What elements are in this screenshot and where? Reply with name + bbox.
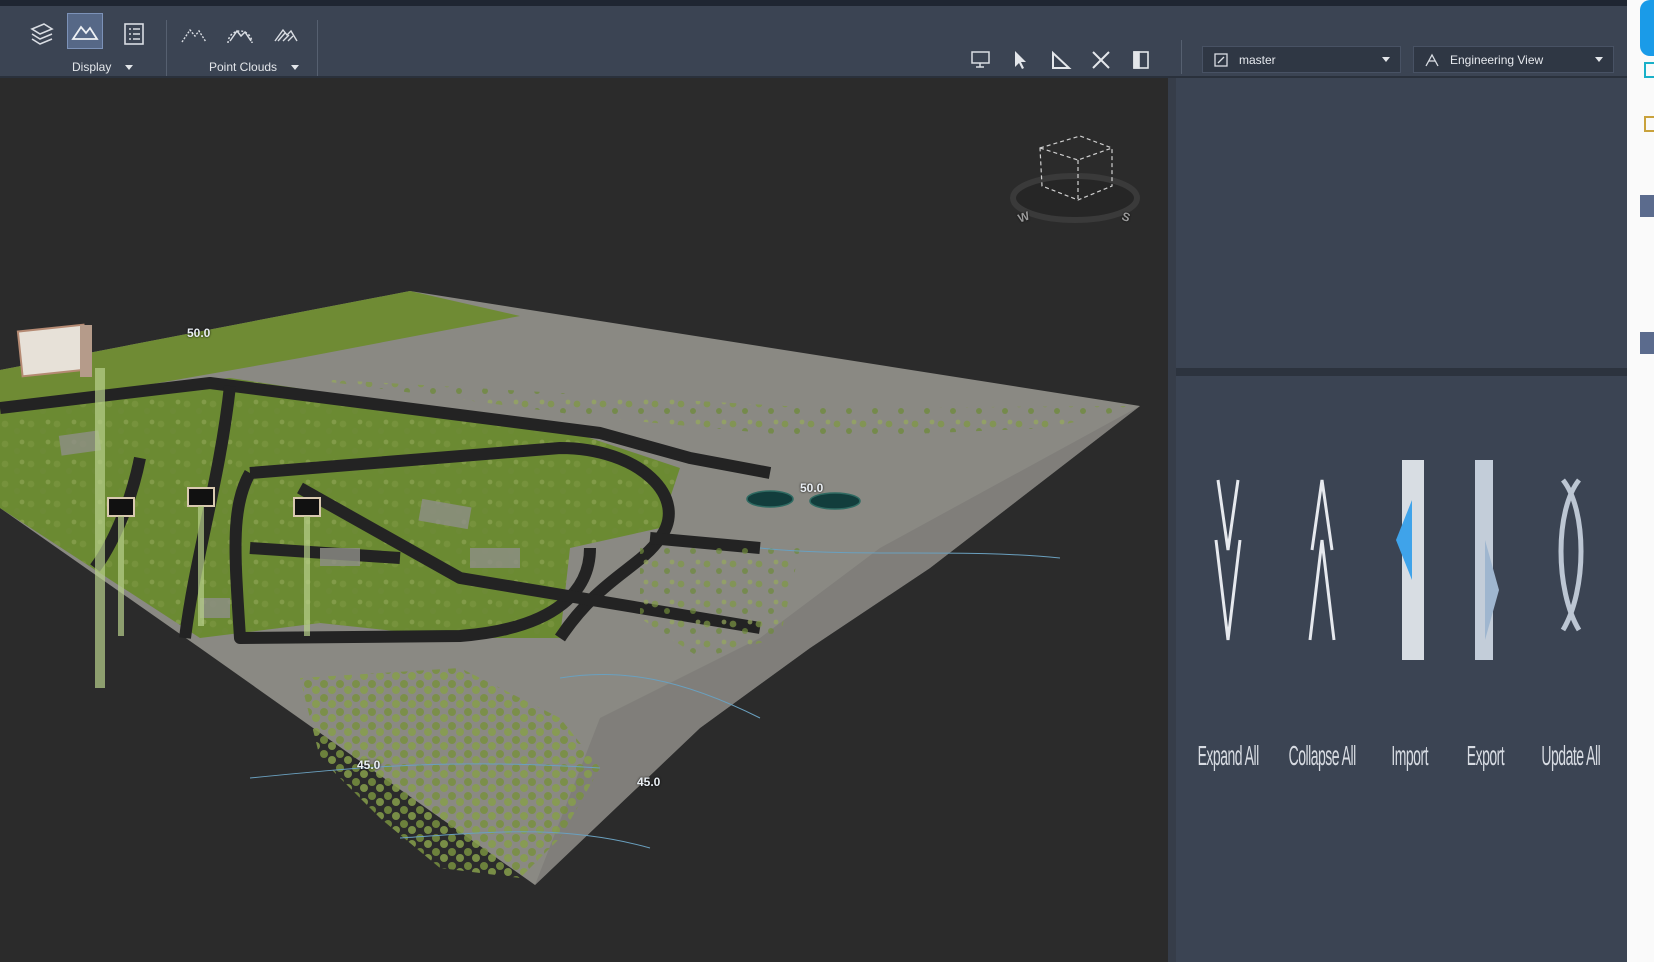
collapse-all-label: Collapse All	[1288, 740, 1356, 771]
expand-all-label: Expand All	[1197, 740, 1259, 771]
export-label: Export	[1466, 740, 1504, 771]
toolbar-separator	[1181, 40, 1182, 74]
point-cloud-icon	[181, 28, 207, 43]
list-view-button[interactable]	[116, 16, 152, 52]
collapse-all-button[interactable]: Collapse All	[1287, 440, 1357, 860]
expand-all-button[interactable]: Expand All	[1193, 440, 1263, 860]
layers-button[interactable]	[24, 16, 60, 52]
panel-tool[interactable]	[1126, 46, 1156, 74]
branch-icon	[1214, 52, 1228, 67]
terrain-display-button[interactable]	[67, 13, 103, 49]
side-panel-divider[interactable]	[1176, 368, 1627, 376]
update-all-label: Update All	[1541, 740, 1601, 771]
navigation-cube	[1010, 135, 1140, 223]
display-group[interactable]: Display	[72, 60, 134, 74]
cursor-icon	[1015, 51, 1026, 69]
mountain-icon	[71, 25, 99, 40]
adjacent-window-edge	[1627, 0, 1654, 962]
app-badge[interactable]	[1640, 0, 1654, 56]
select-tool[interactable]	[1006, 46, 1036, 74]
edit-tools[interactable]	[1086, 46, 1116, 74]
update-all-button[interactable]: Update All	[1536, 440, 1606, 860]
folder-icon[interactable]	[1644, 116, 1654, 132]
sidebar-tab[interactable]	[1640, 195, 1654, 217]
display-group-label: Display	[72, 60, 112, 74]
list-icon	[124, 23, 144, 45]
contour-label: 45.0	[637, 775, 661, 789]
import-button[interactable]: Import	[1375, 440, 1445, 860]
export-button[interactable]: Export	[1450, 440, 1520, 860]
panel-icon	[1133, 51, 1149, 69]
monitor-icon	[971, 51, 990, 68]
point-clouds-group[interactable]: Point Clouds	[209, 60, 300, 74]
expand-all-icon	[1214, 479, 1242, 641]
point-cloud-button-1[interactable]	[176, 16, 212, 52]
triangle-ruler-icon	[1052, 50, 1072, 69]
sidebar-tab[interactable]	[1640, 332, 1654, 354]
toolbar: Display Point Clouds master Engineering …	[0, 6, 1627, 78]
chevron-down-icon	[291, 64, 300, 70]
layers-icon	[30, 23, 54, 45]
window-icon[interactable]	[1644, 62, 1654, 78]
toolbar-separator	[166, 20, 167, 76]
point-cloud-button-2[interactable]	[222, 16, 258, 52]
update-all-icon	[1558, 478, 1584, 632]
branch-value: master	[1239, 52, 1276, 67]
side-panel-upper	[1176, 78, 1627, 372]
terrain-scene	[0, 135, 1140, 885]
import-icon	[1396, 460, 1424, 660]
collapse-all-icon	[1308, 479, 1336, 641]
import-label: Import	[1391, 740, 1429, 771]
pond-2	[809, 492, 861, 510]
view-value: Engineering View	[1450, 52, 1544, 67]
point-clouds-group-label: Point Clouds	[209, 60, 278, 74]
tools-icon	[1092, 51, 1110, 69]
measure-tool[interactable]	[1046, 46, 1076, 74]
toolbar-separator	[317, 20, 318, 76]
contour-label: 50.0	[187, 326, 211, 340]
point-cloud-terrain-icon	[227, 29, 253, 44]
panel-splitter[interactable]	[1168, 78, 1176, 962]
chevron-down-icon	[1382, 57, 1390, 62]
presentation-tool[interactable]	[966, 46, 996, 74]
view-icon	[1425, 53, 1439, 66]
chevron-down-icon	[1595, 57, 1603, 62]
export-icon	[1475, 460, 1499, 660]
branch-dropdown[interactable]: master	[1202, 46, 1401, 73]
pond-1	[746, 490, 794, 508]
view-dropdown[interactable]: Engineering View	[1413, 46, 1614, 73]
contour-label: 50.0	[800, 481, 824, 495]
contour-label: 45.0	[357, 758, 381, 772]
point-cloud-hatch-icon	[274, 28, 298, 42]
point-cloud-button-3[interactable]	[268, 16, 304, 52]
chevron-down-icon	[125, 64, 134, 70]
3d-viewport[interactable]: 50.0 50.0 45.0 45.0 W S	[0, 78, 1168, 962]
